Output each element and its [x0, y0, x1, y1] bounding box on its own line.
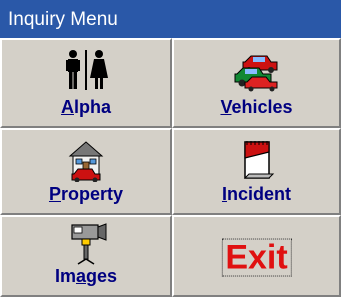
notepad-icon	[243, 141, 274, 179]
camera-icon	[71, 223, 107, 265]
vehicles-label: Vehicles	[220, 97, 293, 117]
people-icon	[66, 50, 108, 90]
menu-grid: Alpha Vehicles Property Incident Images …	[0, 38, 341, 297]
inquiry-menu-window: Inquiry Menu Alpha Vehicles Property Inc…	[0, 0, 341, 297]
alpha-button[interactable]: Alpha	[0, 38, 172, 128]
incident-label: Incident	[221, 184, 292, 204]
property-label: Property	[48, 184, 124, 204]
house-car-icon	[68, 141, 104, 182]
alpha-label: Alpha	[60, 97, 111, 117]
images-label: Images	[54, 266, 118, 286]
cars-icon	[234, 55, 277, 92]
vehicles-button[interactable]: Vehicles	[172, 38, 341, 128]
title-bar[interactable]: Inquiry Menu	[0, 0, 341, 38]
exit-label: Exit	[221, 238, 292, 277]
property-button[interactable]: Property	[0, 128, 172, 215]
window-title: Inquiry Menu	[8, 9, 118, 30]
incident-button[interactable]: Incident	[172, 128, 341, 215]
images-button[interactable]: Images	[0, 215, 172, 297]
exit-button[interactable]: Exit	[172, 215, 341, 297]
